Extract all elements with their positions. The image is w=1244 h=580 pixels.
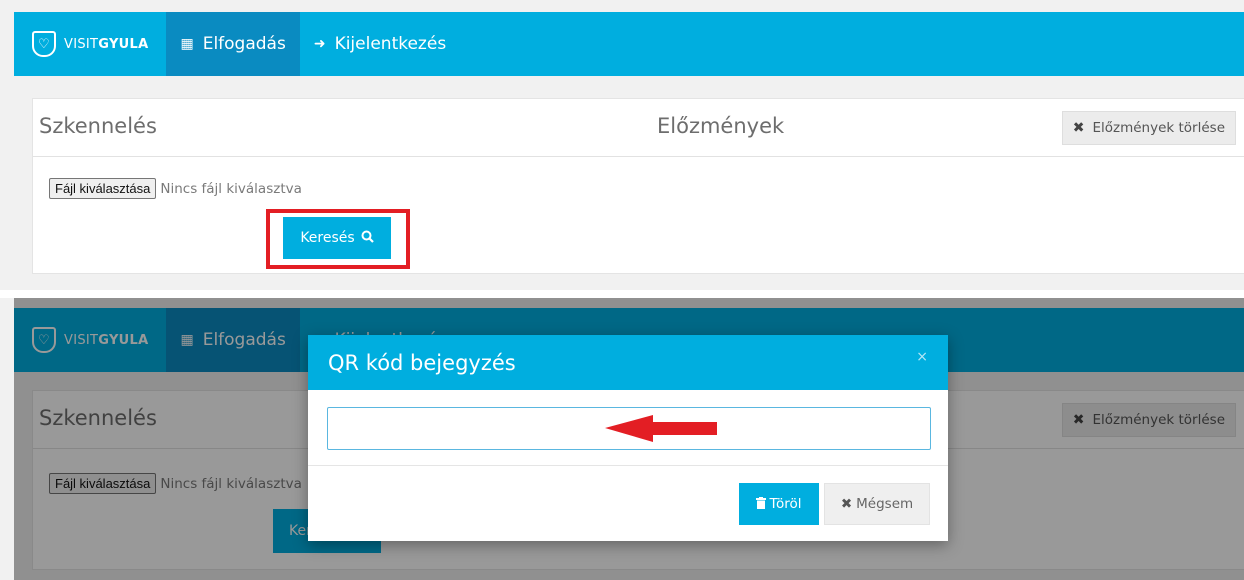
delete-button[interactable]: Töröl xyxy=(739,483,819,525)
navbar: ♡ VISIT GYULA ▦ Elfogadás ➜ Kijelentkezés xyxy=(14,12,1244,76)
brand-logo[interactable]: ♡ VISIT GYULA xyxy=(14,12,166,76)
search-icon xyxy=(361,230,374,247)
brand-prefix: VISIT xyxy=(64,36,99,52)
delete-label: Töröl xyxy=(769,496,802,512)
card-header: Szkennelés Előzmények ✖ Előzmények törlé… xyxy=(33,99,1244,157)
cancel-button[interactable]: ✖ Mégsem xyxy=(824,483,930,525)
choose-file-button[interactable]: Fájl kiválasztása xyxy=(49,178,157,199)
nav-kijelentkezes[interactable]: ➜ Kijelentkezés xyxy=(300,12,460,76)
red-arrow-left-icon xyxy=(605,415,717,442)
modal-body xyxy=(308,390,948,466)
scan-title: Szkennelés xyxy=(39,114,157,138)
trash-icon xyxy=(756,496,767,512)
search-button[interactable]: Keresés xyxy=(283,217,391,259)
brand-name: GYULA xyxy=(98,36,149,52)
clear-history-button[interactable]: ✖ Előzmények törlése xyxy=(1061,111,1236,145)
search-label: Keresés xyxy=(300,230,355,246)
close-icon: ✖ xyxy=(1072,120,1085,136)
close-icon[interactable]: × xyxy=(916,349,928,365)
search-highlight-box: Keresés xyxy=(266,209,410,269)
scan-card: Szkennelés Előzmények ✖ Előzmények törlé… xyxy=(32,98,1244,274)
close-icon: ✖ xyxy=(840,496,853,512)
nav-elfogadas-label: Elfogadás xyxy=(202,34,286,54)
top-screenshot: ♡ VISIT GYULA ▦ Elfogadás ➜ Kijelentkezés… xyxy=(0,0,1244,290)
qr-code-icon: ▦ xyxy=(180,36,194,52)
file-picker: Fájl kiválasztása Nincs fájl kiválasztva xyxy=(49,178,302,199)
cancel-label: Mégsem xyxy=(856,496,914,512)
modal-title: QR kód bejegyzés xyxy=(328,351,516,375)
modal-footer: Töröl ✖ Mégsem xyxy=(308,466,948,541)
qr-entry-modal: QR kód bejegyzés × Töröl ✖ Mégsem xyxy=(308,335,948,541)
nav-kijelentkezes-label: Kijelentkezés xyxy=(334,34,447,54)
modal-header: QR kód bejegyzés × xyxy=(308,335,948,390)
clear-history-label: Előzmények törlése xyxy=(1092,120,1225,136)
heart-shield-icon: ♡ xyxy=(32,31,56,57)
history-title: Előzmények xyxy=(657,114,785,138)
file-status: Nincs fájl kiválasztva xyxy=(160,180,302,197)
sign-out-icon: ➜ xyxy=(313,36,326,52)
nav-elfogadas[interactable]: ▦ Elfogadás xyxy=(166,12,300,76)
